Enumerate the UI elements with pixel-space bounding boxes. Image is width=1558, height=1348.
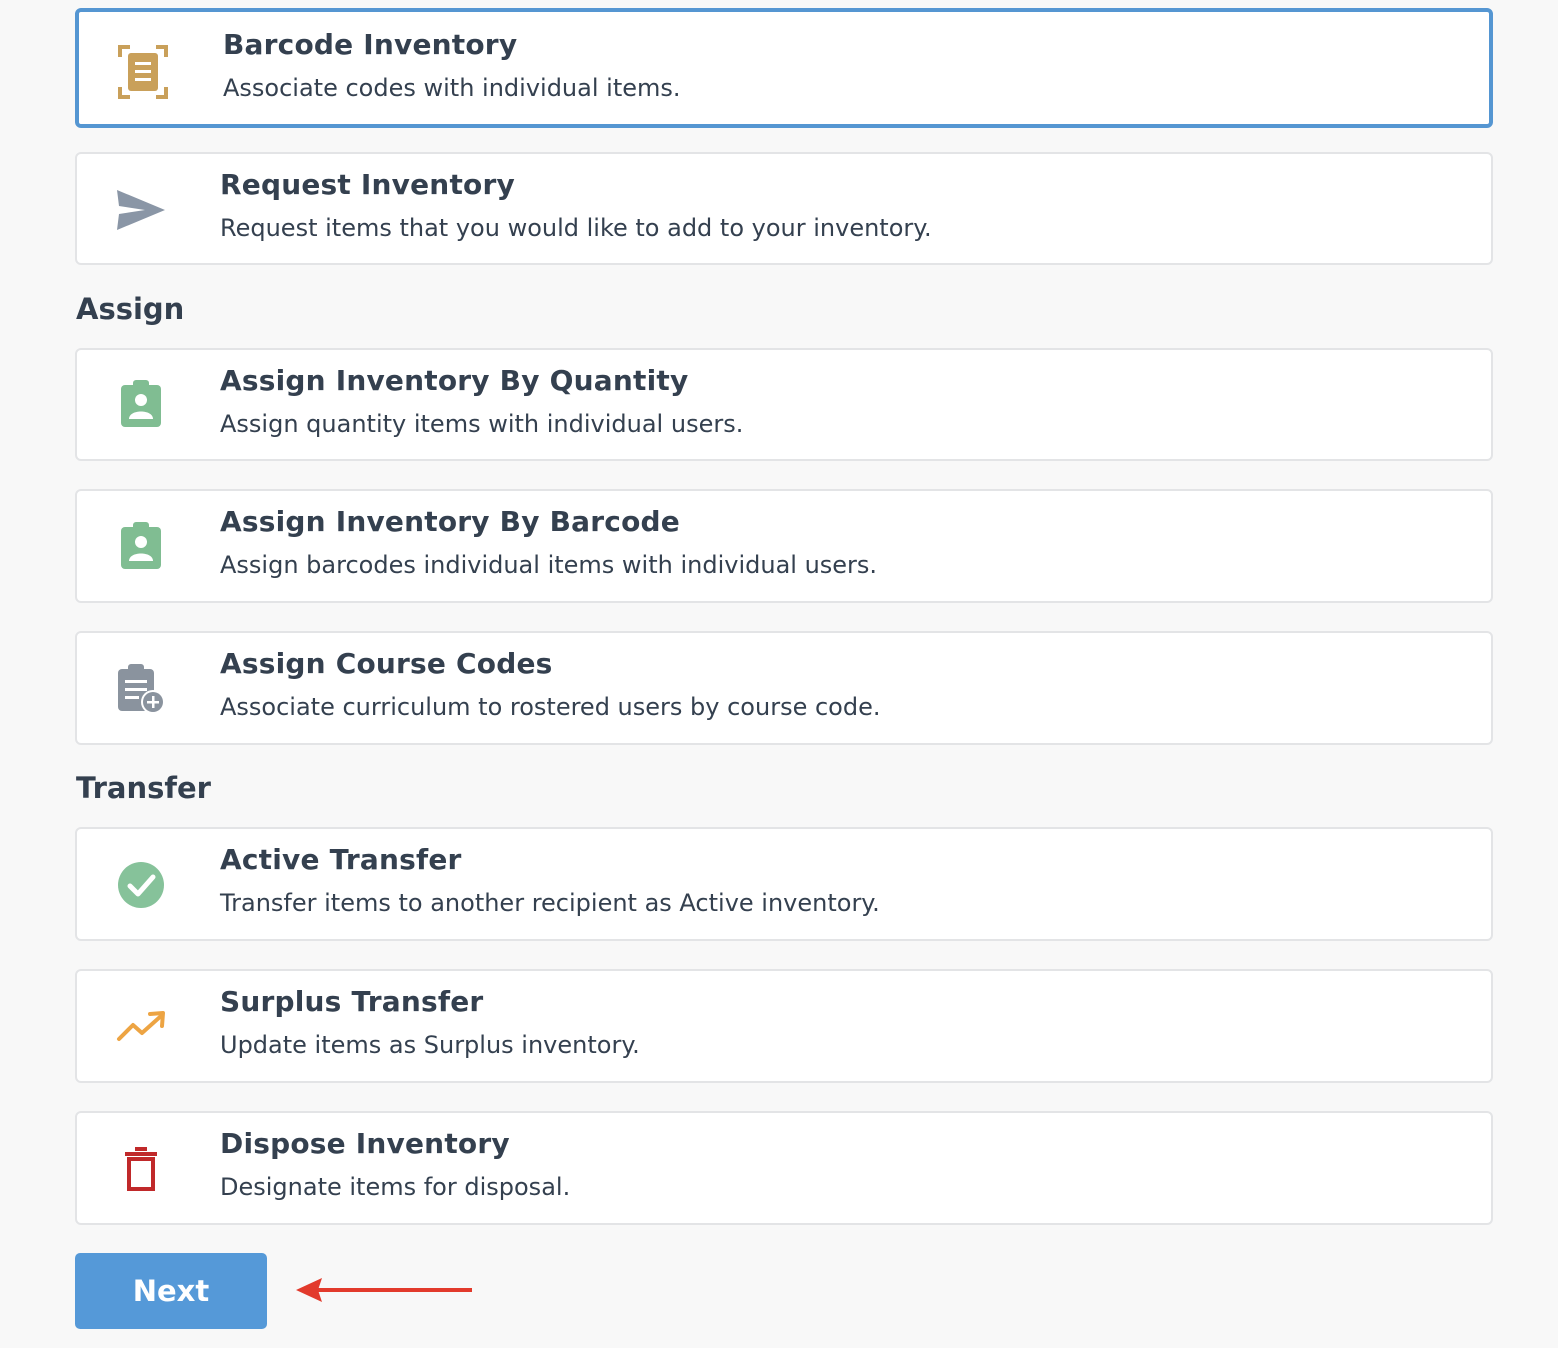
option-title: Assign Inventory By Quantity [220, 364, 689, 397]
option-barcode-inventory[interactable]: Barcode Inventory Associate codes with i… [75, 8, 1493, 128]
annotation-arrow-icon [296, 1278, 472, 1302]
option-assign-course-codes[interactable]: Assign Course Codes Associate curriculum… [75, 631, 1493, 745]
option-description: Associate codes with individual items. [223, 74, 681, 102]
section-heading-transfer: Transfer [76, 771, 211, 805]
paper-plane-icon [107, 176, 175, 244]
option-surplus-transfer[interactable]: Surplus Transfer Update items as Surplus… [75, 969, 1493, 1083]
clipboard-user-icon [107, 370, 175, 438]
option-assign-by-barcode[interactable]: Assign Inventory By Barcode Assign barco… [75, 489, 1493, 603]
check-circle-icon [107, 851, 175, 919]
option-title: Active Transfer [220, 843, 462, 876]
option-title: Dispose Inventory [220, 1127, 510, 1160]
option-description: Assign quantity items with individual us… [220, 410, 744, 438]
option-description: Assign barcodes individual items with in… [220, 551, 878, 579]
trash-icon [107, 1135, 175, 1203]
clipboard-user-icon [107, 512, 175, 580]
option-title: Surplus Transfer [220, 985, 484, 1018]
option-description: Update items as Surplus inventory. [220, 1031, 640, 1059]
barcode-scan-icon [109, 38, 177, 106]
option-description: Designate items for disposal. [220, 1173, 571, 1201]
trending-up-icon [107, 993, 175, 1061]
option-dispose-inventory[interactable]: Dispose Inventory Designate items for di… [75, 1111, 1493, 1225]
option-title: Request Inventory [220, 168, 515, 201]
option-active-transfer[interactable]: Active Transfer Transfer items to anothe… [75, 827, 1493, 941]
next-button[interactable]: Next [75, 1253, 267, 1329]
option-description: Transfer items to another recipient as A… [220, 889, 880, 917]
option-title: Barcode Inventory [223, 28, 518, 61]
option-description: Request items that you would like to add… [220, 214, 932, 242]
section-heading-assign: Assign [76, 292, 185, 326]
option-request-inventory[interactable]: Request Inventory Request items that you… [75, 152, 1493, 265]
option-title: Assign Course Codes [220, 647, 553, 680]
option-assign-by-quantity[interactable]: Assign Inventory By Quantity Assign quan… [75, 348, 1493, 461]
option-description: Associate curriculum to rostered users b… [220, 693, 881, 721]
clipboard-add-icon [107, 655, 175, 723]
option-title: Assign Inventory By Barcode [220, 505, 680, 538]
